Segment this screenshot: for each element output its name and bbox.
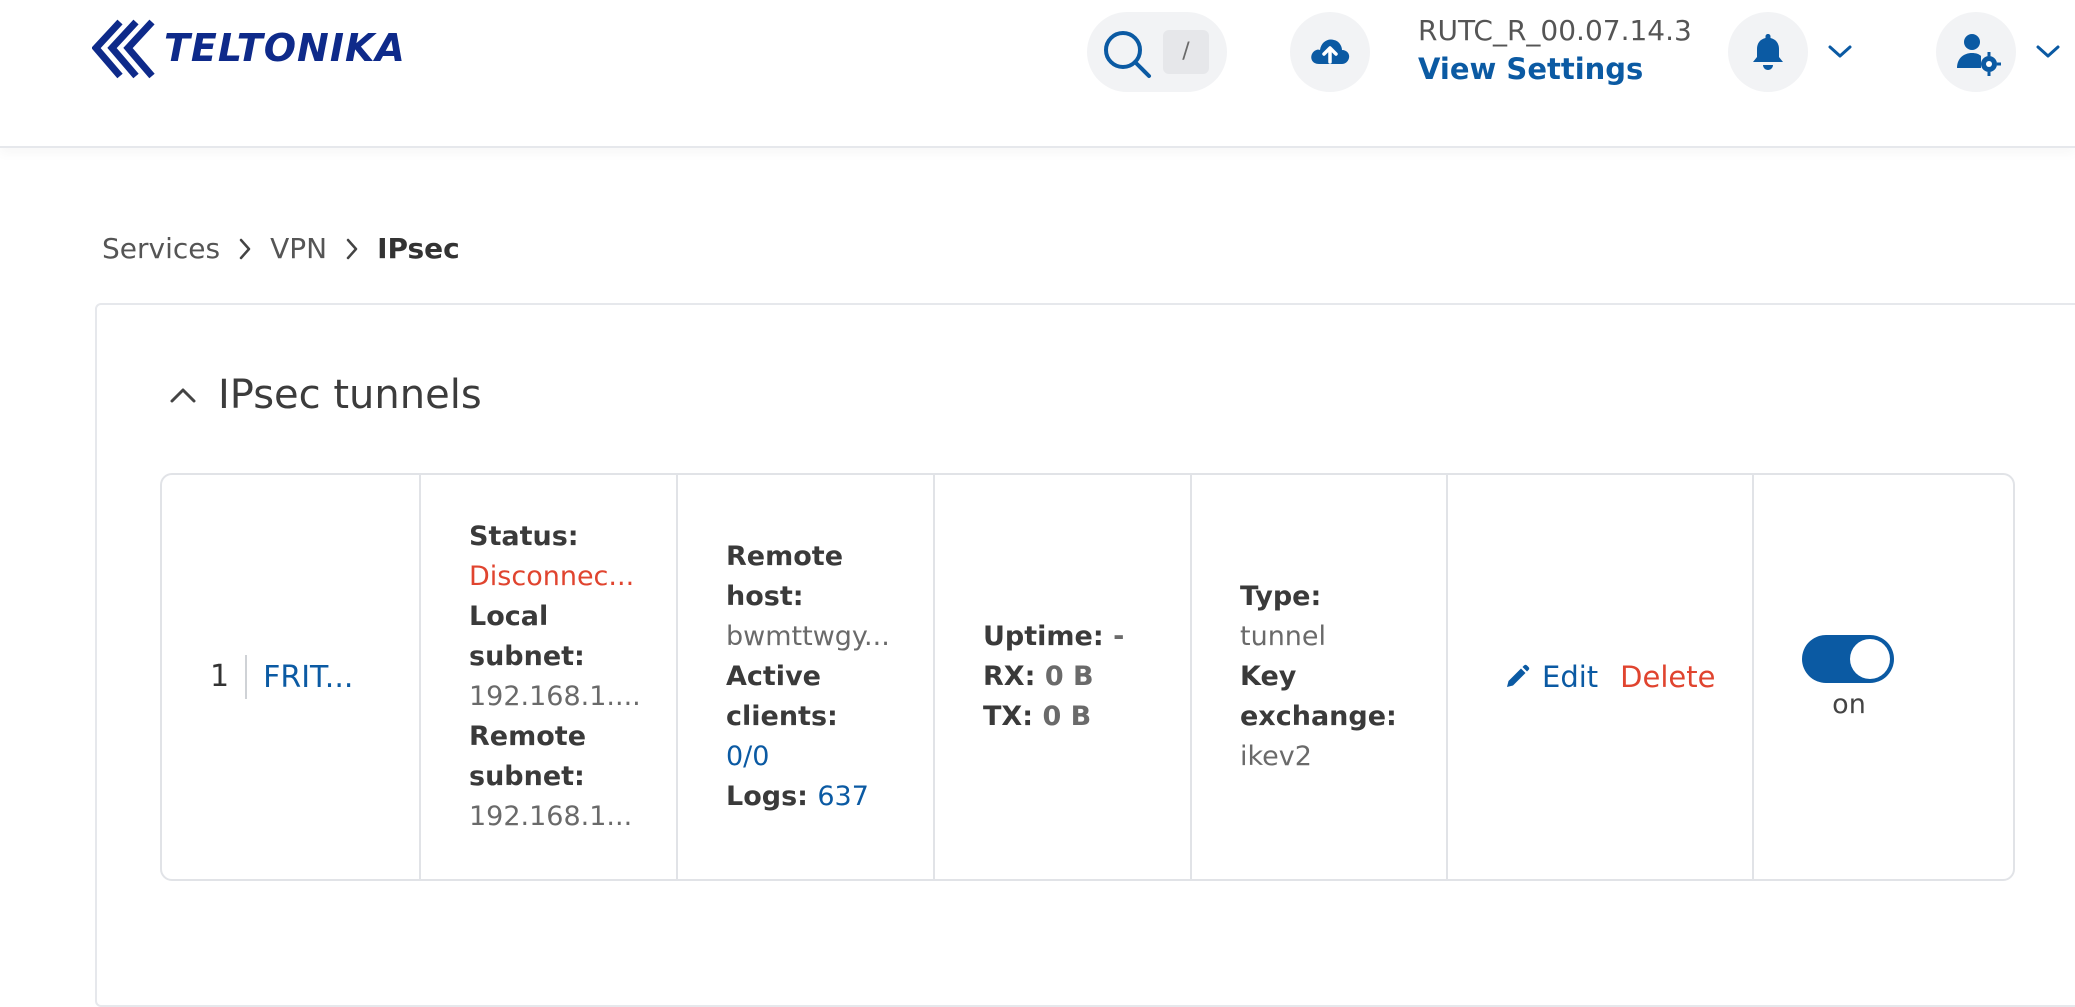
tunnel-remote-cell: Remote host: bwmttwgy... Active clients:… [678, 475, 935, 879]
local-subnet-value: 192.168.1.... [469, 681, 641, 712]
tunnel-traffic-cell: Uptime: - RX: 0 B TX: 0 B [935, 475, 1192, 879]
logs-link[interactable]: 637 [817, 781, 869, 812]
active-clients-label: Active clients: [726, 661, 838, 732]
local-subnet-label: Local subnet: [469, 601, 585, 672]
type-label: Type: [1240, 581, 1322, 612]
firmware-version: RUTC_R_00.07.14.3 [1418, 14, 1692, 47]
toggle-knob [1850, 639, 1890, 679]
breadcrumb-current: IPsec [377, 232, 460, 265]
chevron-up-icon[interactable] [168, 385, 198, 405]
teltonika-logo[interactable]: TELTONIKA [91, 18, 422, 82]
tunnel-index: 1 [210, 655, 248, 699]
firmware-upload-button[interactable] [1290, 12, 1370, 92]
tunnel-row: 1 FRIT... Status: Disconnec... Local sub… [160, 473, 2015, 881]
user-chevron-down-icon[interactable] [2034, 42, 2062, 62]
toggle-state-label: on [1832, 689, 1866, 720]
type-value: tunnel [1240, 621, 1327, 652]
rx-value: 0 B [1044, 661, 1094, 692]
view-settings-link[interactable]: View Settings [1418, 52, 1643, 86]
cloud-upload-icon [1311, 39, 1350, 64]
top-header: TELTONIKA / RUTC_R_00.07.14.3 View Setti… [0, 0, 2075, 148]
brand-name: TELTONIKA [164, 26, 406, 70]
tunnel-type-cell: Type: tunnel Key exchange: ikev2 [1192, 475, 1448, 879]
chevron-right-icon [239, 238, 251, 259]
breadcrumb-services[interactable]: Services [102, 232, 220, 265]
chevron-right-icon [346, 238, 358, 259]
tunnel-status-cell: Status: Disconnec... Local subnet: 192.1… [421, 475, 678, 879]
tunnel-toggle-cell: on [1754, 475, 2013, 879]
uptime-value: - [1113, 621, 1125, 652]
section-title: IPsec tunnels [218, 372, 482, 418]
breadcrumb: Services VPN IPsec [102, 232, 460, 265]
tunnel-name-link[interactable]: FRIT... [247, 660, 353, 695]
tunnel-name-cell: 1 FRIT... [162, 475, 421, 879]
bell-icon [1753, 34, 1783, 70]
section-header[interactable]: IPsec tunnels [168, 372, 482, 418]
user-menu-button[interactable] [1936, 12, 2016, 92]
tx-label: TX: [983, 701, 1034, 732]
remote-subnet-value: 192.168.1... [469, 801, 633, 832]
remote-subnet-label: Remote subnet: [469, 721, 587, 792]
search-button[interactable]: / [1087, 12, 1227, 92]
search-icon [1104, 31, 1151, 78]
logo-mark-icon [91, 19, 155, 79]
rx-label: RX: [983, 661, 1036, 692]
tx-value: 0 B [1042, 701, 1092, 732]
breadcrumb-vpn[interactable]: VPN [270, 232, 327, 265]
tunnel-enable-toggle[interactable] [1802, 635, 1894, 683]
delete-button[interactable]: Delete [1620, 660, 1715, 694]
notifications-button[interactable] [1728, 12, 1808, 92]
chevron-down-icon[interactable] [1826, 42, 1854, 62]
tunnel-actions-cell: Edit Delete [1448, 475, 1754, 879]
active-clients-link[interactable]: 0/0 [726, 737, 923, 777]
edit-button[interactable]: Edit [1504, 660, 1598, 694]
remote-host-value: bwmttwgy... [726, 621, 890, 652]
remote-host-label: Remote host: [726, 541, 844, 612]
search-shortcut-key: / [1163, 30, 1209, 74]
pencil-icon [1507, 664, 1530, 687]
uptime-label: Uptime: [983, 621, 1104, 652]
status-value: Disconnec... [469, 561, 635, 592]
status-label: Status: [469, 521, 579, 552]
edit-label: Edit [1542, 660, 1599, 694]
key-exchange-value: ikev2 [1240, 741, 1312, 772]
logs-label: Logs: [726, 781, 808, 812]
key-exchange-label: Key exchange: [1240, 661, 1397, 732]
user-settings-icon [1957, 34, 2001, 76]
